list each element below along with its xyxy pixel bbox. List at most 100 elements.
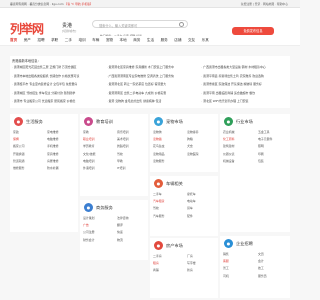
category-link[interactable]: 电脑维修	[47, 136, 59, 143]
category-link[interactable]: 销售	[223, 251, 229, 258]
category-link[interactable]: 汽车服务	[153, 213, 165, 220]
top-left-highlight[interactable]: 【客 ℃ 导航 手机版】	[65, 2, 93, 6]
top-right-links[interactable]: 免费注册 | 登录 · 网站地图 · 帮助中心	[241, 2, 288, 6]
news-link[interactable]: · 贵港覃塘区 家政保洁 开荒保洁 擦玻璃 服务好	[201, 82, 288, 86]
category-link[interactable]: 快递	[117, 229, 129, 236]
category-link[interactable]: 普工	[223, 265, 229, 272]
category-header[interactable]: ● 行业市场	[224, 117, 253, 126]
category-link[interactable]: 家政	[13, 129, 25, 136]
category-header[interactable]: ● 房产市场	[154, 241, 183, 250]
category-link[interactable]: 公司注册	[83, 229, 95, 236]
nav-item[interactable]: 求职	[51, 38, 58, 43]
category-link[interactable]: 物流	[117, 237, 129, 244]
category-link[interactable]: 宠物寄养	[187, 129, 199, 136]
category-link[interactable]: 文化/技能	[83, 151, 96, 158]
news-link[interactable]: · 贵港港北区 转让一家奶茶店 位置好 客流量大	[107, 82, 194, 86]
category-link[interactable]: 广告	[83, 222, 95, 229]
switch-city-link[interactable]: [切换城市]	[62, 29, 76, 33]
category-link[interactable]: 翻译	[117, 222, 129, 229]
news-link[interactable]: · 贵港市 专业搬家公司 长途搬家 居民搬家 价格优	[12, 99, 99, 103]
nav-item[interactable]: 生活	[147, 38, 154, 43]
category-header[interactable]: ● 商务服务	[84, 203, 113, 212]
category-header[interactable]: ● 教育培训	[84, 117, 113, 126]
nav-item[interactable]: 交友	[188, 38, 195, 43]
category-link[interactable]: 宠物医院	[187, 151, 199, 158]
nav-item[interactable]: 车辆	[92, 38, 99, 43]
category-link[interactable]: 电脑培训	[83, 158, 96, 165]
category-link[interactable]: 货车	[187, 205, 196, 212]
category-link[interactable]: 家教	[83, 129, 96, 136]
category-header[interactable]: ● 企业招聘	[224, 239, 253, 248]
category-link[interactable]: 二手房	[153, 253, 162, 260]
category-link[interactable]: 家具维修	[47, 151, 59, 158]
news-link[interactable]: · 贵港港南区 出售二手电动车 九成新 价格实惠	[107, 91, 194, 95]
category-header[interactable]: ● 车辆相关	[154, 179, 183, 188]
category-link[interactable]: 农业机械	[223, 129, 235, 136]
nav-item[interactable]: 二手	[65, 38, 72, 43]
category-link[interactable]: 司机	[223, 273, 229, 280]
category-link[interactable]: 家电维修	[47, 129, 59, 136]
category-link[interactable]: 二手车	[153, 191, 165, 198]
category-header[interactable]: ● 生活服务	[14, 117, 43, 126]
category-link[interactable]: 商铺	[153, 267, 162, 274]
category-link[interactable]: 开锁换锁	[13, 151, 25, 158]
category-link[interactable]: 驾校	[153, 205, 165, 212]
category-link[interactable]: 厂房	[187, 253, 196, 260]
nav-item[interactable]: 商务	[133, 38, 140, 43]
news-link[interactable]: · 贵港市本地出租各类挖掘机 长期合作 价格优惠可谈	[12, 74, 99, 78]
category-header[interactable]: ● 宠物市场	[154, 117, 183, 126]
search-icon[interactable]	[179, 22, 184, 27]
nav-item[interactable]: 乐其	[202, 38, 209, 43]
category-link[interactable]: 会计	[258, 258, 267, 265]
category-link[interactable]: 照明	[258, 143, 272, 150]
category-link[interactable]: 建筑建材	[223, 143, 235, 150]
news-link[interactable]: · 贵港桂平市 专业室内装修设计 全包半包 免费量房	[12, 82, 99, 86]
category-link[interactable]: 技工	[258, 265, 267, 272]
category-link[interactable]: 文员	[258, 251, 267, 258]
site-logo[interactable]: 列举网	[10, 20, 44, 37]
nav-item[interactable]: 宠物	[106, 38, 113, 43]
category-link[interactable]: 机械设备	[223, 158, 235, 165]
category-link[interactable]: 维修服务	[13, 165, 25, 172]
category-link[interactable]: 花鸟鱼虫	[153, 143, 165, 150]
category-link[interactable]: 客服	[223, 258, 229, 265]
news-link[interactable]: · 广西贵港市出租各类大型设备 钢材 木材租赁中心	[201, 65, 288, 69]
category-link[interactable]: IT培训	[117, 165, 129, 172]
category-link[interactable]: 服务员	[258, 273, 267, 280]
category-link[interactable]: 管道疏通	[13, 158, 25, 165]
news-link[interactable]: · 广西贵港港南区专业家电维修 空调清洗 上门服务快	[107, 74, 194, 78]
nav-item[interactable]: 房产	[24, 38, 31, 43]
search-input[interactable]: 搜索什么，输入关键词即可	[92, 20, 188, 28]
category-link[interactable]: 防水补漏	[47, 165, 59, 172]
nav-item[interactable]: 店铺	[174, 38, 181, 43]
nav-item[interactable]: 培训	[78, 38, 85, 43]
news-link[interactable]: · 贵港 宠物狗 金毛幼犬出售 健康纯种 包活	[107, 99, 194, 103]
category-link[interactable]: 摩托车	[187, 191, 196, 198]
category-link[interactable]: 狗粮	[187, 136, 199, 143]
category-link[interactable]: 早教	[117, 158, 129, 165]
category-link[interactable]: 搬家公司	[13, 143, 25, 150]
category-link[interactable]: 新房	[187, 267, 196, 274]
category-link[interactable]: 舞蹈培训	[117, 143, 129, 150]
category-link[interactable]: 电动车	[187, 198, 196, 205]
category-link[interactable]: 犬舍	[187, 143, 199, 150]
category-link[interactable]: 驾校	[117, 151, 129, 158]
category-link[interactable]: 包装	[258, 158, 272, 165]
category-link[interactable]: 汽车租赁	[153, 198, 165, 205]
nav-item[interactable]: 首页	[10, 38, 17, 43]
category-link[interactable]: 房屋维修	[47, 158, 59, 165]
nav-item[interactable]: 服务	[161, 38, 168, 43]
news-link[interactable]: · 贵港城区阳光花园出售三居 正规门牌 万顶仓储区	[12, 65, 99, 69]
news-link[interactable]: · 贵港平南 出租临街商铺 适合做超市 餐饮	[201, 91, 288, 95]
category-link[interactable]: 化工原料	[223, 136, 235, 143]
category-link[interactable]: 法律咨询	[117, 215, 129, 222]
category-link[interactable]: 宠物狗	[153, 129, 165, 136]
category-link[interactable]: 宠物服务	[153, 158, 165, 165]
category-link[interactable]: 仪器仪表	[223, 151, 235, 158]
news-link[interactable]: · 贵港平南县 养殖场出售土鸡 农家散养 欢迎选购	[201, 74, 288, 78]
category-link[interactable]: 美术培训	[117, 136, 129, 143]
category-link[interactable]: 印刷	[258, 151, 272, 158]
news-link[interactable]: · 贵港港北区家具维修 家具翻新 木门安装上门服务中	[107, 65, 194, 69]
category-link[interactable]: 电子元器件	[258, 136, 272, 143]
category-link[interactable]: 职业培训	[83, 136, 96, 143]
